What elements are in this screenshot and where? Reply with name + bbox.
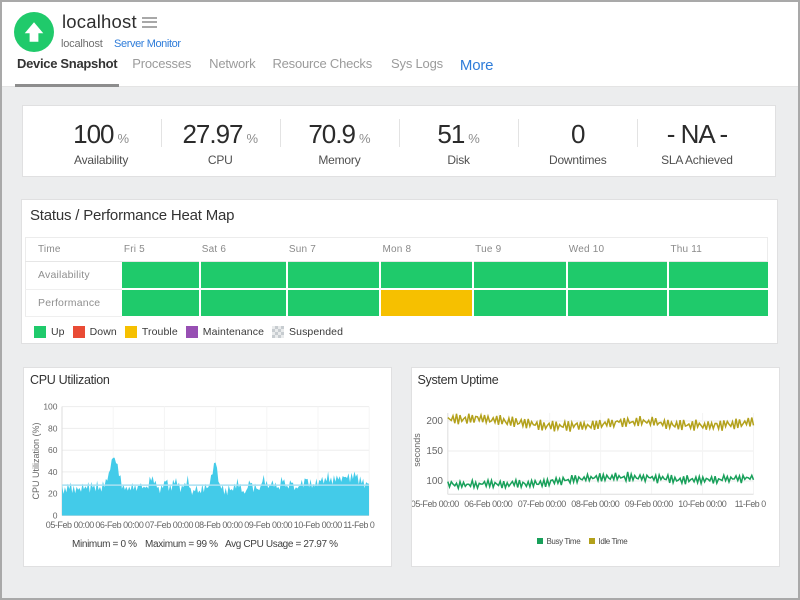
svg-text:08-Feb 00:00: 08-Feb 00:00 xyxy=(571,499,619,509)
svg-text:0: 0 xyxy=(53,510,58,520)
svg-text:80: 80 xyxy=(48,423,58,433)
svg-text:09-Feb 00:00: 09-Feb 00:00 xyxy=(244,520,292,530)
svg-text:05-Feb 00:00: 05-Feb 00:00 xyxy=(411,499,459,509)
svg-text:10-Feb 00:00: 10-Feb 00:00 xyxy=(294,520,342,530)
svg-text:100: 100 xyxy=(426,476,443,487)
svg-text:06-Feb 00:00: 06-Feb 00:00 xyxy=(464,499,512,509)
svg-text:seconds: seconds xyxy=(412,433,422,467)
svg-text:60: 60 xyxy=(48,445,58,455)
svg-text:11-Feb 0: 11-Feb 0 xyxy=(343,520,374,530)
svg-text:08-Feb 00:00: 08-Feb 00:00 xyxy=(195,520,243,530)
svg-text:150: 150 xyxy=(426,446,443,457)
svg-text:200: 200 xyxy=(426,416,443,427)
svg-text:05-Feb 00:00: 05-Feb 00:00 xyxy=(46,520,94,530)
svg-text:06-Feb 00:00: 06-Feb 00:00 xyxy=(95,520,143,530)
svg-text:11-Feb 0: 11-Feb 0 xyxy=(734,499,765,509)
svg-text:10-Feb 00:00: 10-Feb 00:00 xyxy=(678,499,726,509)
svg-text:100: 100 xyxy=(43,402,57,412)
svg-text:40: 40 xyxy=(48,467,58,477)
svg-text:07-Feb 00:00: 07-Feb 00:00 xyxy=(145,520,193,530)
svg-text:09-Feb 00:00: 09-Feb 00:00 xyxy=(624,499,672,509)
svg-text:CPU Utilization (%): CPU Utilization (%) xyxy=(31,422,41,499)
svg-text:07-Feb 00:00: 07-Feb 00:00 xyxy=(517,499,565,509)
svg-text:20: 20 xyxy=(48,489,58,499)
